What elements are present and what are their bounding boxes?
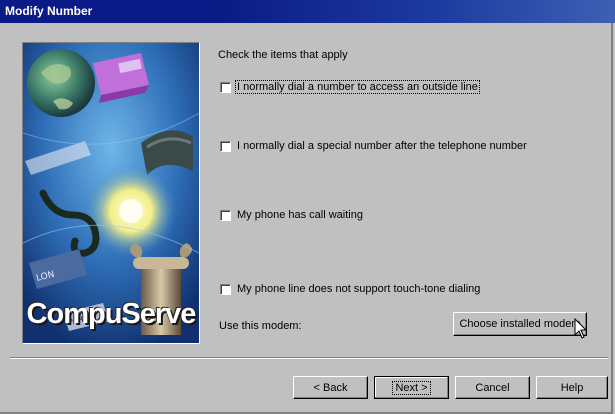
use-modem-label: Use this modem: xyxy=(219,320,302,332)
touch-tone-checkbox[interactable] xyxy=(220,283,231,295)
touch-tone-label[interactable]: My phone line does not support touch-ton… xyxy=(237,283,480,295)
call-waiting-option[interactable]: My phone has call waiting xyxy=(220,208,363,222)
outside-line-label[interactable]: I normally dial a number to access an ou… xyxy=(235,80,480,94)
back-button[interactable]: < Back xyxy=(293,376,368,399)
special-number-option[interactable]: I normally dial a special number after t… xyxy=(220,139,527,153)
special-number-label[interactable]: I normally dial a special number after t… xyxy=(237,140,527,152)
separator xyxy=(10,357,608,359)
compuserve-logo: CompuServe xyxy=(26,298,197,330)
outside-line-option[interactable]: I normally dial a number to access an ou… xyxy=(220,80,480,94)
call-waiting-label[interactable]: My phone has call waiting xyxy=(237,209,363,221)
special-number-checkbox[interactable] xyxy=(220,140,231,152)
help-button[interactable]: Help xyxy=(536,376,608,399)
outside-line-checkbox[interactable] xyxy=(220,81,231,93)
title-bar: Modify Number xyxy=(0,0,615,23)
choose-modem-button[interactable]: Choose installed modem xyxy=(453,312,587,336)
call-waiting-checkbox[interactable] xyxy=(220,209,231,221)
next-button-label: Next > xyxy=(392,380,431,395)
touch-tone-option[interactable]: My phone line does not support touch-ton… xyxy=(220,282,480,296)
window-title: Modify Number xyxy=(5,4,93,18)
compuserve-artwork: LON PAR CompuServe xyxy=(22,42,200,344)
options-heading: Check the items that apply xyxy=(218,49,348,61)
cancel-button[interactable]: Cancel xyxy=(455,376,530,399)
next-button[interactable]: Next > xyxy=(374,376,449,399)
mouse-pointer-icon xyxy=(574,318,588,339)
